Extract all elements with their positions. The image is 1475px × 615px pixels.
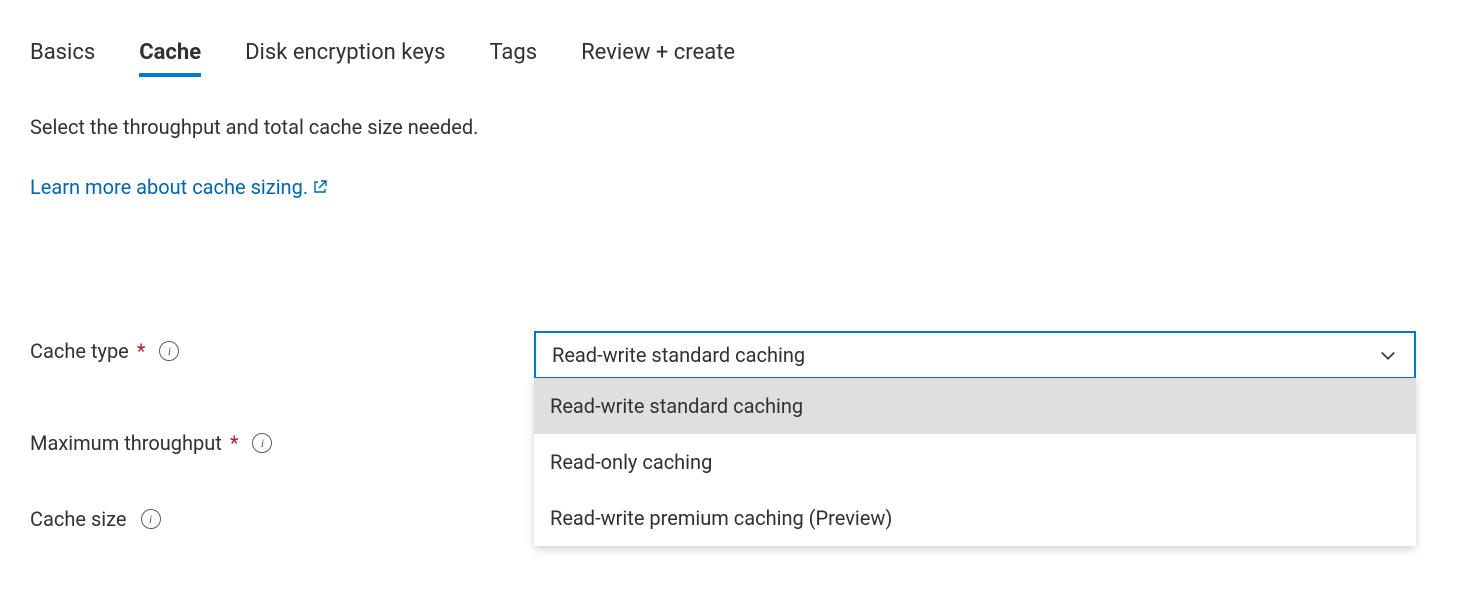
dropdown-option-read-write-premium[interactable]: Read-write premium caching (Preview) xyxy=(534,490,1416,546)
required-marker: * xyxy=(230,431,239,455)
learn-more-link[interactable]: Learn more about cache sizing. xyxy=(30,175,328,199)
tabs-container: Basics Cache Disk encryption keys Tags R… xyxy=(30,40,1445,77)
info-icon[interactable]: i xyxy=(141,509,161,529)
label-max-throughput-text: Maximum throughput xyxy=(30,431,222,455)
chevron-down-icon xyxy=(1378,345,1398,365)
control-cache-type: Read-write standard caching Read-write s… xyxy=(534,331,1416,379)
page-description: Select the throughput and total cache si… xyxy=(30,115,1445,139)
info-icon[interactable]: i xyxy=(252,433,272,453)
external-link-icon xyxy=(312,179,328,195)
cache-type-select-wrapper: Read-write standard caching Read-write s… xyxy=(534,331,1416,379)
label-max-throughput: Maximum throughput * i xyxy=(30,423,534,455)
tab-tags[interactable]: Tags xyxy=(490,40,538,77)
label-cache-size: Cache size i xyxy=(30,499,534,531)
cache-type-selected-value: Read-write standard caching xyxy=(552,343,805,367)
tab-cache[interactable]: Cache xyxy=(139,40,201,77)
label-cache-size-text: Cache size xyxy=(30,507,127,531)
tab-disk-encryption-keys[interactable]: Disk encryption keys xyxy=(245,40,445,77)
row-cache-type: Cache type * i Read-write standard cachi… xyxy=(30,331,1445,379)
cache-type-dropdown: Read-write standard caching Read-only ca… xyxy=(534,378,1416,546)
cache-type-select[interactable]: Read-write standard caching xyxy=(534,331,1416,379)
dropdown-option-read-only[interactable]: Read-only caching xyxy=(534,434,1416,490)
form-container: Cache type * i Read-write standard cachi… xyxy=(30,331,1445,531)
info-icon[interactable]: i xyxy=(159,341,179,361)
label-cache-type-text: Cache type xyxy=(30,339,129,363)
dropdown-option-read-write-standard[interactable]: Read-write standard caching xyxy=(534,378,1416,434)
tab-basics[interactable]: Basics xyxy=(30,40,95,77)
label-cache-type: Cache type * i xyxy=(30,331,534,363)
required-marker: * xyxy=(137,339,146,363)
tab-review-create[interactable]: Review + create xyxy=(581,40,735,77)
learn-more-text: Learn more about cache sizing. xyxy=(30,175,308,199)
